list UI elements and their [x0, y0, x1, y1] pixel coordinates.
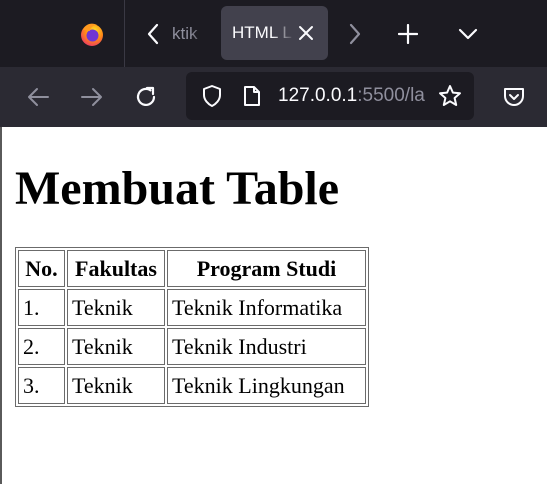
- arrow-left-icon[interactable]: [18, 77, 58, 117]
- pocket-icon[interactable]: [494, 77, 534, 117]
- column-header: Fakultas: [67, 250, 165, 287]
- table-cell: Teknik Industri: [167, 328, 366, 365]
- table-cell: Teknik: [67, 328, 165, 365]
- table-header-row: No. Fakultas Program Studi: [18, 250, 366, 287]
- page-icon[interactable]: [234, 78, 270, 114]
- table-cell: 3.: [18, 367, 65, 404]
- url-path: :5500/la: [357, 85, 425, 106]
- column-header: Program Studi: [167, 250, 366, 287]
- table-cell: Teknik Lingkungan: [167, 367, 366, 404]
- active-tab-title: HTML L: [232, 19, 294, 47]
- page-title: Membuat Table: [15, 162, 340, 215]
- table-row: 1. Teknik Teknik Informatika: [18, 289, 366, 326]
- column-header: No.: [18, 250, 65, 287]
- table-row: 3. Teknik Teknik Lingkungan: [18, 367, 366, 404]
- url-text[interactable]: 127.0.0.1:5500/la: [278, 82, 428, 110]
- url-bar[interactable]: 127.0.0.1:5500/la: [186, 72, 474, 120]
- chevron-right-icon[interactable]: [338, 14, 372, 54]
- tab-strip: ktik HTML L: [0, 0, 547, 67]
- shield-icon[interactable]: [194, 78, 230, 114]
- active-tab[interactable]: HTML L: [221, 6, 328, 60]
- reload-icon[interactable]: [126, 77, 166, 117]
- table-cell: Teknik: [67, 367, 165, 404]
- star-icon[interactable]: [432, 78, 468, 114]
- table-cell: 2.: [18, 328, 65, 365]
- table-cell: Teknik Informatika: [167, 289, 366, 326]
- plus-icon[interactable]: [388, 14, 428, 54]
- table-cell: Teknik: [67, 289, 165, 326]
- url-host: 127.0.0.1: [278, 85, 358, 106]
- arrow-right-icon[interactable]: [72, 77, 112, 117]
- data-table: No. Fakultas Program Studi 1. Teknik Tek…: [15, 247, 369, 407]
- chevron-left-icon[interactable]: [136, 14, 170, 54]
- navigation-toolbar: 127.0.0.1:5500/la: [0, 67, 547, 127]
- tab-separator: [124, 0, 125, 67]
- close-icon[interactable]: [291, 18, 321, 48]
- previous-tab-label[interactable]: ktik: [172, 20, 212, 48]
- table-cell: 1.: [18, 289, 65, 326]
- page-content: Membuat Table No. Fakultas Program Studi…: [0, 127, 547, 484]
- table-row: 2. Teknik Teknik Industri: [18, 328, 366, 365]
- firefox-icon[interactable]: [72, 14, 112, 54]
- chevron-down-icon[interactable]: [448, 14, 488, 54]
